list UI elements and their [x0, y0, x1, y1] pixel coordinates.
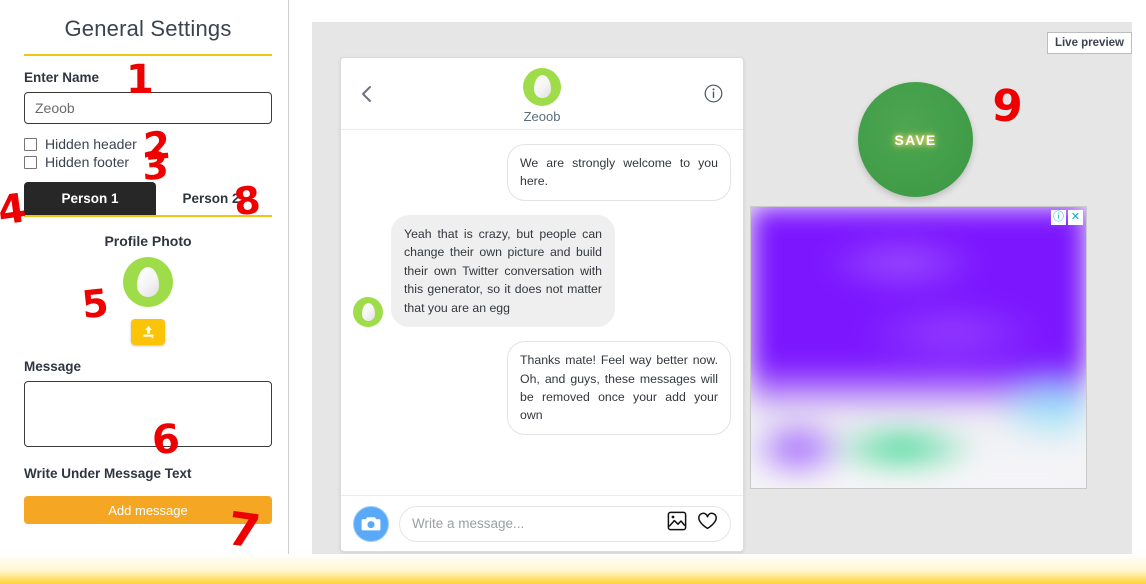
settings-sidebar: General Settings Enter Name Hidden heade… [8, 0, 289, 568]
preview-area: Live preview Zeoob We are strongly welco… [297, 0, 1146, 554]
app-root: General Settings Enter Name Hidden heade… [0, 0, 1146, 584]
ad-controls: ⓘ ✕ [1051, 210, 1083, 225]
preview-stage: Live preview Zeoob We are strongly welco… [312, 22, 1132, 554]
title-divider [24, 54, 272, 56]
info-circle-icon[interactable] [704, 84, 723, 108]
hidden-header-label: Hidden header [45, 136, 137, 152]
ad-creative [751, 207, 1086, 488]
upload-wrap [24, 319, 272, 345]
heart-icon[interactable] [697, 511, 718, 536]
chat-footer: Write a message... [341, 495, 743, 551]
camera-icon[interactable] [353, 505, 389, 542]
hidden-header-checkbox[interactable] [24, 137, 37, 151]
hidden-footer-label: Hidden footer [45, 154, 130, 170]
chat-row-incoming: Yeah that is crazy, but people can chang… [353, 214, 731, 328]
chevron-left-icon[interactable] [361, 85, 372, 107]
page-title: General Settings [64, 16, 232, 41]
ad-info-icon[interactable]: ⓘ [1051, 210, 1066, 225]
chat-preview-card: Zeoob We are strongly welcome to you her… [340, 57, 744, 552]
bottom-accent-strip [0, 554, 1146, 584]
ad-close-icon[interactable]: ✕ [1068, 210, 1083, 225]
person-tabs: Person 1 Person 2 [24, 182, 272, 217]
image-icon[interactable] [667, 511, 687, 536]
hidden-header-row[interactable]: Hidden header [24, 136, 272, 152]
tab-person-1[interactable]: Person 1 [24, 182, 156, 215]
hidden-footer-row[interactable]: Hidden footer [24, 154, 272, 170]
chat-bubble: Thanks mate! Feel way better now. Oh, an… [507, 341, 731, 435]
message-textarea[interactable] [24, 381, 272, 447]
hidden-footer-checkbox[interactable] [24, 155, 37, 169]
message-label: Message [24, 359, 82, 374]
chat-row-outgoing: We are strongly welcome to you here. [353, 144, 731, 201]
egg-avatar-icon [123, 257, 173, 307]
profile-avatar-wrap [24, 257, 272, 307]
upload-photo-button[interactable] [131, 319, 165, 345]
tab-person-2[interactable]: Person 2 [156, 182, 266, 215]
save-button-label: SAVE [894, 131, 937, 148]
upload-icon [143, 326, 153, 339]
chat-bubble: Yeah that is crazy, but people can chang… [391, 214, 615, 328]
add-message-button[interactable]: Add message [24, 496, 272, 524]
chat-row-egg-shape-icon [361, 303, 375, 322]
chat-identity: Zeoob [523, 67, 561, 124]
chat-header: Zeoob [341, 58, 743, 130]
chat-bubble: We are strongly welcome to you here. [507, 144, 731, 201]
advertisement-banner[interactable]: ⓘ ✕ [750, 206, 1087, 489]
save-button[interactable]: SAVE [858, 82, 973, 197]
chat-message-placeholder: Write a message... [412, 516, 525, 531]
chat-user-name: Zeoob [523, 108, 561, 124]
egg-shape-icon [137, 267, 159, 297]
chat-message-list: We are strongly welcome to you here. Yea… [341, 130, 743, 495]
chat-egg-shape-icon [533, 75, 551, 98]
name-input[interactable] [24, 92, 272, 124]
enter-name-label: Enter Name [24, 70, 100, 85]
profile-photo-label: Profile Photo [104, 233, 192, 249]
chat-row-egg-avatar-icon [353, 297, 383, 328]
chat-row-outgoing: Thanks mate! Feel way better now. Oh, an… [353, 341, 731, 435]
chat-egg-avatar-icon [523, 67, 561, 106]
live-preview-tag: Live preview [1046, 32, 1132, 54]
chat-message-input-pill[interactable]: Write a message... [399, 505, 731, 542]
write-under-message-label: Write Under Message Text [24, 466, 192, 481]
